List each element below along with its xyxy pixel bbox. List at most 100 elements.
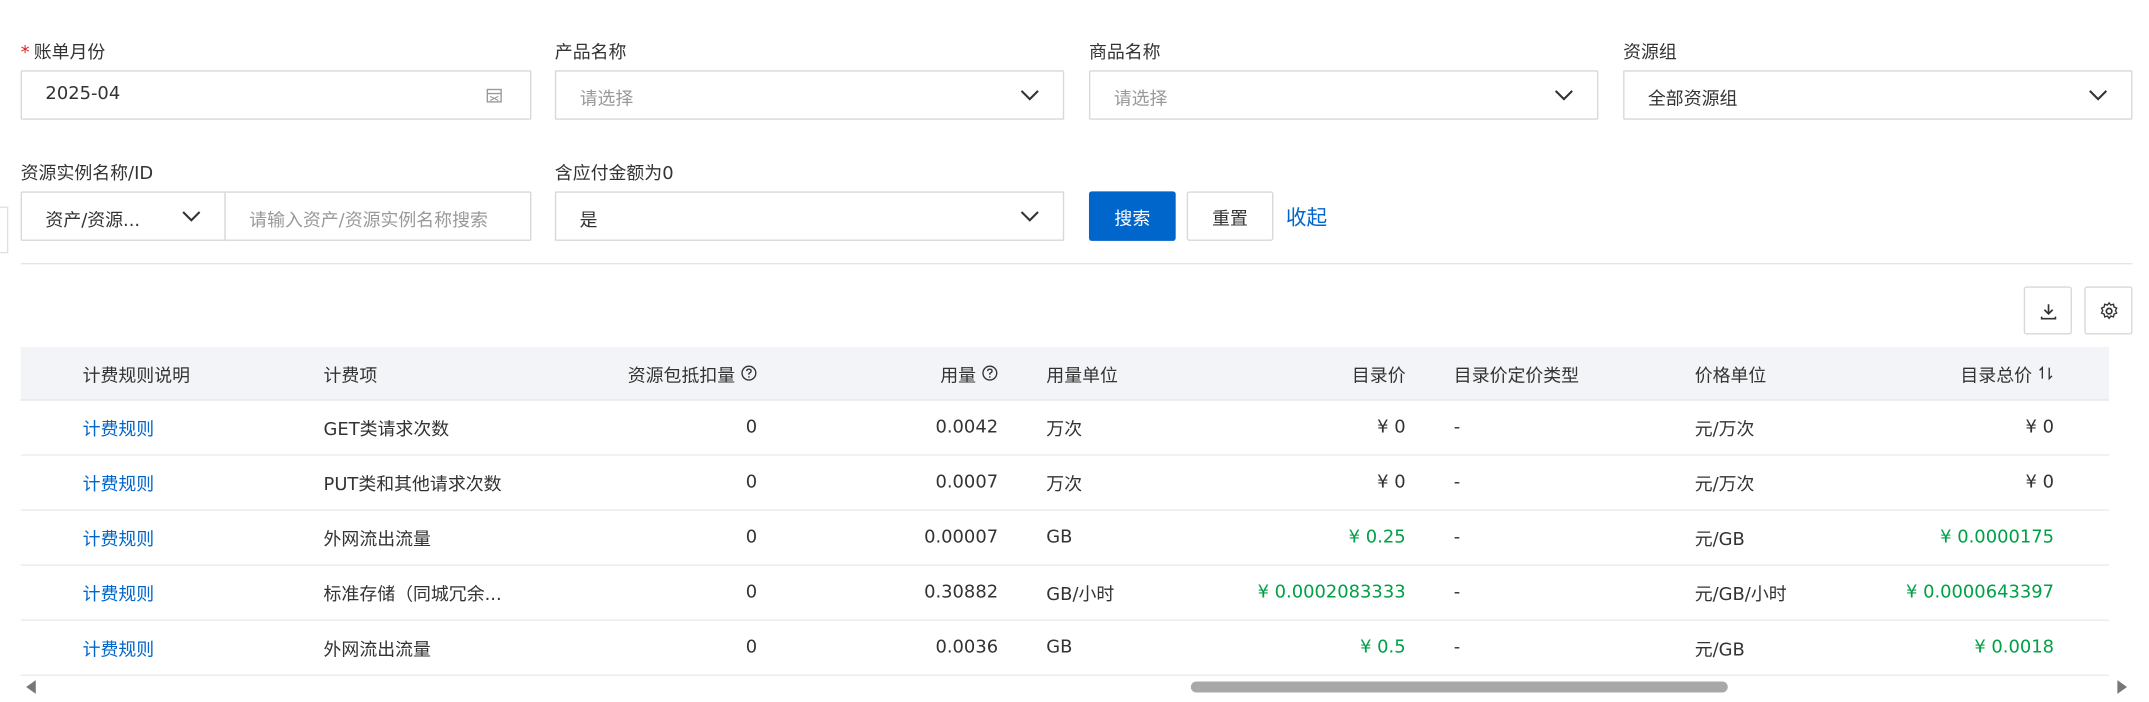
price-type-value: - <box>1453 582 1461 603</box>
package-deduct-value: 0 <box>745 472 758 493</box>
help-icon[interactable] <box>741 365 758 382</box>
table-row: 计费规则 外网流出流量 0 0.00007 GB ¥ 0.25 - 元/GB ¥ 0.00001… <box>20 511 2110 566</box>
billing-item: GET类请求次数 <box>323 419 450 441</box>
list-price-value: ¥ 0 <box>1377 417 1406 438</box>
billing-item: 外网流出流量 <box>323 640 431 661</box>
goods-name-placeholder: 请选择 <box>1113 89 1168 111</box>
billing-rule-link[interactable]: 计费规则 <box>83 566 155 620</box>
col-list-total[interactable]: 目录总价 <box>1838 347 2054 399</box>
gear-icon <box>2099 301 2117 319</box>
col-price-unit: 价格单位 <box>1694 365 1767 387</box>
billing-rule-link[interactable]: 计费规则 <box>83 401 155 455</box>
resource-instance-search-input[interactable]: 请输入资产/资源实例名称搜索 <box>224 191 532 241</box>
billing-item: 标准存储（同城冗余... <box>323 585 502 606</box>
price-unit-value: 元/万次 <box>1694 419 1755 441</box>
table-row: 计费规则 标准存储（同城冗余... 0 0.30882 GB/小时 ¥ 0.0002083… <box>20 566 2110 621</box>
price-type-value: - <box>1453 472 1461 493</box>
product-name-placeholder: 请选择 <box>579 89 634 111</box>
table-settings-button[interactable] <box>2084 286 2133 335</box>
reset-button[interactable]: 重置 <box>1186 191 1274 241</box>
resource-group-select[interactable]: 全部资源组 <box>1623 70 2133 120</box>
chevron-down-icon <box>2089 90 2108 101</box>
scroll-right-arrow-icon[interactable] <box>2115 680 2129 694</box>
resource-group-value: 全部资源组 <box>1647 89 1738 111</box>
list-price-value: ¥ 0.25 <box>1348 527 1406 548</box>
resource-type-select[interactable]: 资产/资源... <box>20 191 226 241</box>
chevron-down-icon <box>1554 90 1573 101</box>
table-row: 计费规则 PUT类和其他请求次数 0 0.0007 万次 ¥ 0 - 元/万次 ¥ 0 <box>20 456 2110 511</box>
col-price-type: 目录价定价类型 <box>1453 365 1580 387</box>
bill-month-label: * 账单月份 <box>20 42 106 64</box>
goods-name-label: 商品名称 <box>1088 42 1161 64</box>
billing-item: PUT类和其他请求次数 <box>323 474 502 496</box>
chevron-down-icon <box>182 211 201 222</box>
bill-month-picker[interactable]: 2025-04 <box>20 70 532 120</box>
col-package-deduct: 资源包抵扣量 <box>544 347 757 399</box>
list-price-value: ¥ 0.5 <box>1360 637 1406 659</box>
resource-type-value: 资产/资源... <box>45 210 141 232</box>
col-list-price: 目录价 <box>1351 365 1406 387</box>
download-icon <box>2040 303 2056 319</box>
usage-unit-value: 万次 <box>1046 474 1083 496</box>
scroll-left-arrow-icon[interactable] <box>25 680 39 694</box>
list-total-value: ¥ 0.0018 <box>1974 637 2055 659</box>
list-total-value: ¥ 0 <box>2025 472 2055 493</box>
horizontal-scrollbar[interactable] <box>21 675 2133 700</box>
zero-amount-label: 含应付金额为0 <box>554 163 674 185</box>
price-type-value: - <box>1453 417 1461 438</box>
col-rule-desc: 计费规则说明 <box>82 365 191 387</box>
table-row: 计费规则 外网流出流量 0 0.0036 GB ¥ 0.5 - 元/GB ¥ 0.0018 <box>20 621 2110 676</box>
price-unit-value: 元/GB <box>1694 530 1745 551</box>
col-usage: 用量 <box>819 347 998 399</box>
zero-amount-value: 是 <box>579 210 598 232</box>
usage-unit-value: GB/小时 <box>1046 585 1115 606</box>
billing-detail-table: 计费规则说明 计费项 资源包抵扣量 用量 用量单位 目录价 目录价定价类型 价格… <box>20 346 2110 676</box>
zero-amount-select[interactable]: 是 <box>554 191 1065 241</box>
help-icon[interactable] <box>982 365 999 382</box>
package-deduct-value: 0 <box>745 637 758 659</box>
table-row: 计费规则 GET类请求次数 0 0.0042 万次 ¥ 0 - 元/万次 ¥ 0 <box>20 401 2110 456</box>
col-usage-unit: 用量单位 <box>1046 365 1118 387</box>
usage-value: 0.30882 <box>924 582 999 603</box>
price-unit-value: 元/万次 <box>1694 474 1755 496</box>
billing-rule-link[interactable]: 计费规则 <box>83 511 155 565</box>
usage-value: 0.00007 <box>924 527 999 548</box>
goods-name-select[interactable]: 请选择 <box>1088 70 1599 120</box>
scrollbar-thumb[interactable] <box>1190 681 1728 693</box>
list-total-value: ¥ 0.0000643397 <box>1905 582 2055 603</box>
product-name-label: 产品名称 <box>554 42 627 64</box>
table-header: 计费规则说明 计费项 资源包抵扣量 用量 用量单位 目录价 目录价定价类型 价格… <box>20 346 2110 401</box>
billing-item: 外网流出流量 <box>323 530 431 551</box>
bill-month-value: 2025-04 <box>45 83 121 105</box>
calendar-icon <box>486 88 502 103</box>
download-button[interactable] <box>2023 286 2072 335</box>
usage-unit-value: 万次 <box>1046 419 1083 441</box>
resource-instance-label: 资源实例名称/ID <box>20 163 154 185</box>
billing-rule-link[interactable]: 计费规则 <box>83 456 155 510</box>
chevron-down-icon <box>1020 90 1039 101</box>
usage-value: 0.0036 <box>935 637 999 659</box>
price-type-value: - <box>1453 527 1461 548</box>
usage-unit-value: GB <box>1046 527 1073 548</box>
list-total-value: ¥ 0 <box>2025 417 2055 438</box>
resource-group-label: 资源组 <box>1623 42 1677 64</box>
search-button[interactable]: 搜索 <box>1088 191 1176 241</box>
package-deduct-value: 0 <box>745 417 758 438</box>
list-total-value: ¥ 0.0000175 <box>1940 527 2055 548</box>
usage-value: 0.0042 <box>935 417 999 438</box>
price-unit-value: 元/GB/小时 <box>1694 585 1787 606</box>
package-deduct-value: 0 <box>745 582 758 603</box>
col-billing-item: 计费项 <box>323 365 378 387</box>
collapse-link[interactable]: 收起 <box>1286 202 1327 231</box>
usage-unit-value: GB <box>1046 637 1073 659</box>
list-price-value: ¥ 0 <box>1377 472 1406 493</box>
price-type-value: - <box>1453 637 1461 659</box>
product-name-select[interactable]: 请选择 <box>554 70 1065 120</box>
billing-rule-link[interactable]: 计费规则 <box>83 621 155 675</box>
resource-instance-placeholder: 请输入资产/资源实例名称搜索 <box>249 210 488 232</box>
sort-icon[interactable] <box>2038 365 2055 382</box>
table-body: 计费规则 GET类请求次数 0 0.0042 万次 ¥ 0 - 元/万次 ¥ 0 计费规则 PUT类… <box>20 401 2110 676</box>
list-price-value: ¥ 0.0002083333 <box>1257 582 1406 603</box>
usage-value: 0.0007 <box>935 472 999 493</box>
filter-divider <box>20 262 2133 265</box>
